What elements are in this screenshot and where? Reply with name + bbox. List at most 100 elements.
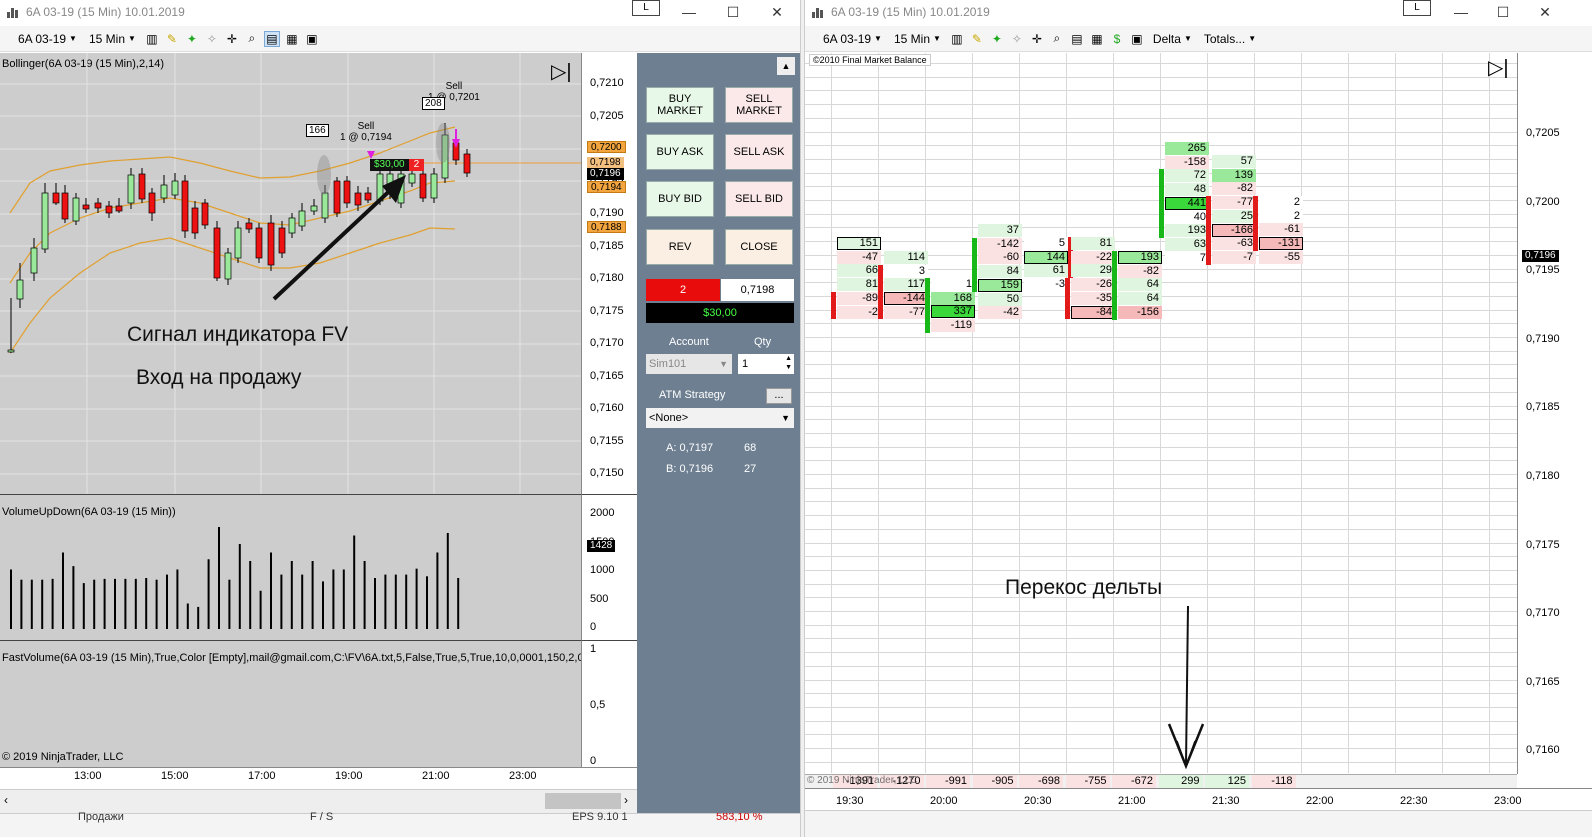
chart-trader-icon[interactable]: ▤ xyxy=(1069,31,1085,47)
totals-overlay-copyright: © 2019 NinjaTrader, LLC xyxy=(807,775,918,786)
strategy-icon[interactable]: ✧ xyxy=(204,31,220,47)
candle-down xyxy=(343,180,351,204)
go-to-end-icon[interactable]: ▷| xyxy=(551,62,572,82)
minimize-icon[interactable]: — xyxy=(668,0,710,24)
zoom-icon[interactable]: ⌕ xyxy=(1049,31,1065,47)
bar-style-icon[interactable]: ▥ xyxy=(949,31,965,47)
price-tick-label: 0,7185 xyxy=(590,239,624,252)
interval-selector[interactable]: 15 Min ▼ xyxy=(890,29,945,49)
bid-size: 27 xyxy=(744,463,757,475)
horizontal-scrollbar[interactable] xyxy=(805,810,1592,837)
maximize-icon[interactable]: ☐ xyxy=(1482,0,1524,24)
scroll-left-icon[interactable]: ‹ xyxy=(4,793,8,807)
add-indicator-icon[interactable]: ✦ xyxy=(184,31,200,47)
trade-label-2-line1: Sell xyxy=(445,81,463,92)
delta-selector[interactable]: Delta ▼ xyxy=(1149,29,1196,49)
grid-row-line xyxy=(805,638,1517,640)
footprint-panel[interactable]: ©2010 Final Market Balance 151 -47 66 81 -89… xyxy=(805,53,1537,774)
panel-collapse-icon[interactable]: ▲ xyxy=(777,57,795,75)
sell-bid-button[interactable]: SELL BID xyxy=(725,181,793,217)
footprint-cell: -55 xyxy=(1259,250,1303,264)
spinner-icon[interactable]: ▲ ▼ xyxy=(785,354,792,372)
data-series-icon[interactable]: ▦ xyxy=(1089,31,1105,47)
instrument-selector[interactable]: 6A 03-19 ▼ xyxy=(14,29,81,49)
sell-market-button[interactable]: SELL MARKET xyxy=(725,87,793,123)
sell-ask-button[interactable]: SELL ASK xyxy=(725,134,793,170)
drawing-pencil-icon[interactable]: ✎ xyxy=(164,31,180,47)
add-indicator-icon[interactable]: ✦ xyxy=(989,31,1005,47)
candle-down xyxy=(201,202,209,226)
trade-label-1-line1: Sell xyxy=(357,121,375,132)
buy-market-button[interactable]: BUY MARKET xyxy=(646,87,714,123)
account-label: Account xyxy=(669,336,709,348)
zoom-icon[interactable]: ⌕ xyxy=(244,31,260,47)
totals-selector[interactable]: Totals... ▼ xyxy=(1200,29,1260,49)
window-title: 6A 03-19 (15 Min) 10.01.2019 xyxy=(26,5,185,19)
interval-selector[interactable]: 15 Min ▼ xyxy=(85,29,140,49)
pnl-flag[interactable]: $30,00 2 xyxy=(370,159,425,171)
close-position-button[interactable]: CLOSE xyxy=(725,229,793,265)
grid-row-line xyxy=(805,487,1517,489)
strategy-icon[interactable]: ✧ xyxy=(1009,31,1025,47)
footprint-cell: -26 xyxy=(1071,278,1115,292)
candle-down xyxy=(354,192,362,206)
ask-label: A: 0,7197 xyxy=(666,442,714,454)
maximize-icon[interactable]: ☐ xyxy=(712,0,754,24)
scroll-right-icon[interactable]: › xyxy=(624,793,628,807)
properties-icon[interactable]: ▣ xyxy=(304,31,320,47)
crosshair-icon[interactable]: ✛ xyxy=(224,31,240,47)
link-button[interactable]: L xyxy=(632,0,660,16)
grid-row-line xyxy=(805,131,1517,133)
grid-row-line xyxy=(805,761,1517,763)
grid-row-line xyxy=(805,460,1517,462)
atm-config-button[interactable]: ... xyxy=(766,388,792,404)
qty-input[interactable]: 1 ▲ ▼ xyxy=(738,354,794,374)
volume-panel[interactable]: VolumeUpDown(6A 03-19 (15 Min)) xyxy=(0,494,581,640)
price-badge-last: 0,7196 xyxy=(587,168,624,180)
grid-row-line xyxy=(805,528,1517,530)
time-tick-label: 20:00 xyxy=(930,795,958,807)
properties-icon[interactable]: ▣ xyxy=(1129,31,1145,47)
atm-select[interactable]: <None> ▼ xyxy=(646,408,794,428)
crosshair-icon[interactable]: ✛ xyxy=(1029,31,1045,47)
minimize-icon[interactable]: — xyxy=(1440,0,1482,24)
buy-ask-button[interactable]: BUY ASK xyxy=(646,134,714,170)
grid-row-line xyxy=(805,706,1517,708)
close-icon[interactable]: ✕ xyxy=(1524,0,1566,24)
link-button[interactable]: L xyxy=(1403,0,1431,16)
footprint-cell: -131 xyxy=(1259,237,1303,251)
footprint-cell: 66 xyxy=(837,264,881,278)
footprint-cell: 57 xyxy=(1212,155,1256,168)
account-select[interactable]: Sim101 ▼ xyxy=(646,354,732,374)
price-tick-label: 0,7175 xyxy=(590,304,624,317)
footprint-cell: -166 xyxy=(1212,223,1256,237)
grid-row-line xyxy=(805,104,1517,106)
go-to-end-icon[interactable]: ▷| xyxy=(1488,58,1509,78)
footprint-cell: -89 xyxy=(837,291,881,305)
price-panel[interactable]: Bollinger(6A 03-19 (15 Min),2,14) Sell 1 … xyxy=(0,53,581,494)
footprint-cell: 193 xyxy=(1165,224,1209,238)
dollar-icon[interactable]: $ xyxy=(1109,31,1125,47)
data-series-icon[interactable]: ▦ xyxy=(284,31,300,47)
buy-bid-button[interactable]: BUY BID xyxy=(646,181,714,217)
chart-window-left: 6A 03-19 (15 Min) 10.01.2019 L — ☐ ✕ 6A … xyxy=(0,0,800,837)
price-axis[interactable]: 0,72100,72050,72000,71950,71900,71850,71… xyxy=(581,53,637,494)
candle-up xyxy=(171,180,179,196)
price-axis[interactable]: 0,7205 0,7200 0,7195 0,7190 0,7185 0,7180 0,71… xyxy=(1517,53,1592,774)
annotation-signal: Сигнал индикатора FV xyxy=(127,323,349,346)
chart-trader-icon[interactable]: ▤ xyxy=(263,30,280,47)
bar-style-icon[interactable]: ▥ xyxy=(144,31,160,47)
grid-row-line xyxy=(805,748,1517,749)
instrument-selector[interactable]: 6A 03-19 ▼ xyxy=(819,29,886,49)
time-axis[interactable]: 19:30 20:00 20:30 21:00 21:30 22:00 22:30 23:00 xyxy=(805,788,1592,810)
reverse-button[interactable]: REV xyxy=(646,229,714,265)
delta-range-bar xyxy=(1206,196,1211,265)
fastvolume-panel[interactable]: FastVolume(6A 03-19 (15 Min),True,Color … xyxy=(0,640,581,767)
close-icon[interactable]: ✕ xyxy=(756,0,798,24)
drawing-pencil-icon[interactable]: ✎ xyxy=(969,31,985,47)
horizontal-scrollbar[interactable]: ‹ › xyxy=(0,789,637,813)
price-tick-label: 0,7170 xyxy=(1526,607,1560,620)
price-tick-label: 0,7205 xyxy=(590,109,624,122)
time-axis[interactable]: 13:00 15:00 17:00 19:00 21:00 23:00 xyxy=(0,767,637,789)
scroll-thumb[interactable] xyxy=(545,793,621,809)
